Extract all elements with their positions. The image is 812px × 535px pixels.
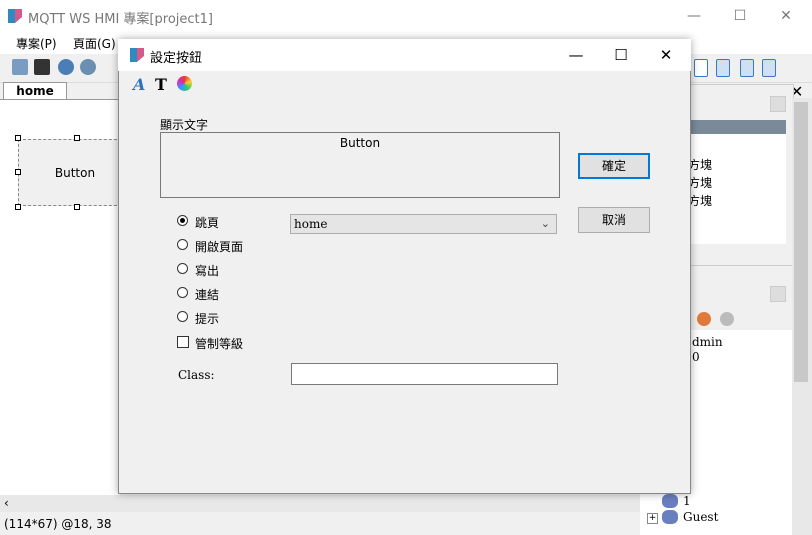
resize-handle[interactable]	[15, 204, 21, 210]
dialog-logo-icon	[128, 46, 146, 64]
radio-label: 連結	[195, 288, 220, 302]
remove-user-icon[interactable]	[720, 312, 734, 326]
user-count: 0	[692, 350, 700, 364]
permission-checkbox[interactable]	[177, 336, 189, 348]
app-logo-icon	[6, 7, 24, 25]
minimize-button[interactable]: —	[674, 4, 714, 28]
align-top-icon[interactable]	[716, 59, 730, 77]
text-color-icon[interactable]: T	[155, 75, 167, 94]
radio-open-page[interactable]	[177, 239, 188, 250]
scroll-left-icon[interactable]: ‹	[4, 496, 9, 510]
dialog-title: 設定按鈕	[150, 51, 203, 66]
page-select[interactable]: home ⌄	[290, 214, 557, 234]
maximize-button[interactable]: ☐	[720, 4, 760, 28]
user-group-icon	[662, 494, 678, 508]
panel-header-bar	[690, 120, 786, 134]
dialog-maximize-button[interactable]: ☐	[599, 41, 643, 69]
size-icon[interactable]	[694, 59, 708, 77]
display-text-field[interactable]: Button	[160, 132, 560, 198]
align-middle-icon[interactable]	[740, 59, 754, 77]
dialog-minimize-button[interactable]: —	[554, 41, 598, 69]
tree-item[interactable]: Guest	[683, 510, 718, 524]
user-group-icon	[662, 510, 678, 524]
radio-jump-page[interactable]	[177, 215, 188, 226]
add-user-icon[interactable]	[697, 312, 711, 326]
horizontal-scrollbar[interactable]	[0, 495, 690, 512]
class-input[interactable]	[291, 363, 558, 385]
close-button[interactable]: ✕	[766, 4, 806, 28]
radio-prompt[interactable]	[177, 311, 188, 322]
tab-home[interactable]: home	[3, 82, 67, 100]
resize-handle[interactable]	[15, 135, 21, 141]
resize-handle[interactable]	[15, 169, 21, 175]
status-text: (114*67) @18, 38	[4, 517, 112, 531]
menu-project[interactable]: 專案(P)	[16, 35, 57, 52]
expand-icon[interactable]: +	[647, 513, 658, 524]
chevron-down-icon: ⌄	[540, 217, 550, 230]
page-select-value: home	[294, 217, 328, 231]
list-item[interactable]: 方塊	[688, 192, 712, 209]
window-title: MQTT WS HMI 專案[project1]	[28, 12, 213, 27]
save-icon[interactable]	[34, 59, 50, 75]
align-bottom-icon[interactable]	[762, 59, 776, 77]
radio-label: 提示	[195, 312, 220, 326]
new-icon[interactable]	[12, 59, 28, 75]
class-label: Class:	[178, 368, 215, 382]
radio-label: 寫出	[195, 264, 220, 278]
refresh-icon[interactable]	[58, 59, 74, 75]
list-item[interactable]: 方塊	[688, 174, 712, 191]
menu-page[interactable]: 頁面(G)	[73, 35, 116, 52]
radio-label: 開啟頁面	[195, 240, 244, 254]
resize-handle[interactable]	[74, 135, 80, 141]
radio-link[interactable]	[177, 287, 188, 298]
settings-icon[interactable]	[80, 59, 96, 75]
tree-item[interactable]: 1	[683, 494, 691, 508]
cancel-button[interactable]: 取消	[578, 207, 650, 233]
display-text-label: 顯示文字	[160, 118, 209, 132]
panel-pin-icon[interactable]	[770, 96, 786, 112]
color-palette-icon[interactable]	[177, 76, 192, 91]
dialog-toolbar	[118, 71, 691, 97]
radio-label: 跳頁	[195, 216, 220, 230]
user-admin[interactable]: dmin	[692, 335, 723, 349]
ok-button[interactable]: 確定	[578, 153, 650, 179]
font-icon[interactable]: A	[133, 75, 145, 94]
radio-write[interactable]	[177, 263, 188, 274]
dialog-close-button[interactable]: ✕	[644, 41, 688, 69]
permission-label: 管制等級	[195, 337, 244, 351]
list-item[interactable]: 方塊	[688, 156, 712, 173]
resize-handle[interactable]	[74, 204, 80, 210]
scrollbar-thumb[interactable]	[794, 102, 808, 382]
panel-pin-icon[interactable]	[770, 286, 786, 302]
canvas-button-element[interactable]: Button	[18, 139, 132, 206]
